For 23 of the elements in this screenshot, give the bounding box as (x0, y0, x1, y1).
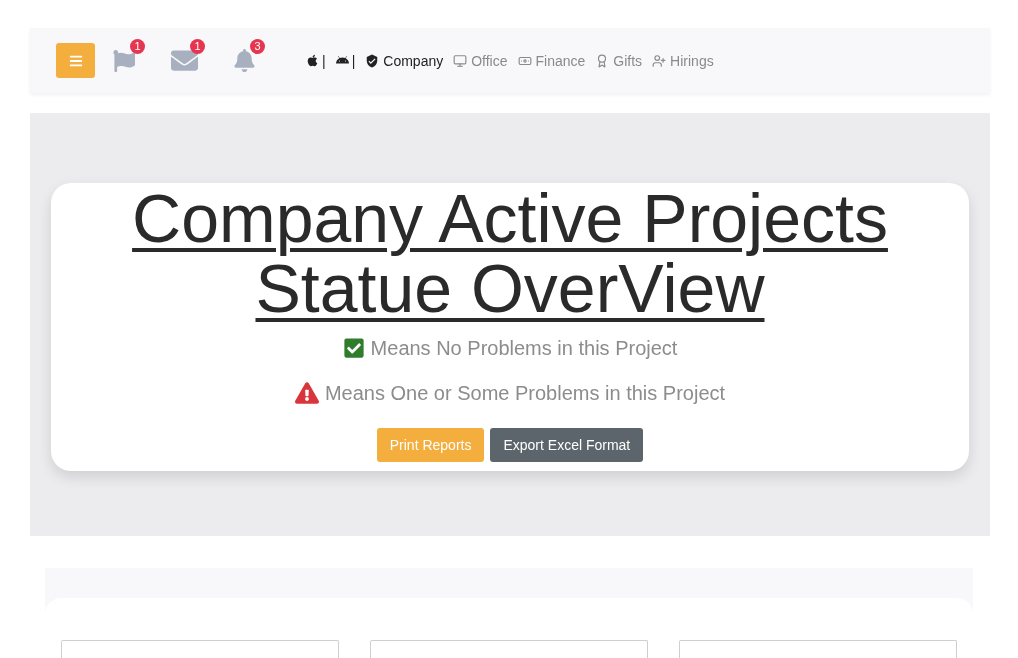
nav-link[interactable]: Gifts (595, 52, 643, 69)
notification-count: 3 (250, 38, 265, 54)
shield-check-icon (365, 53, 380, 68)
nav-link[interactable]: Finance (517, 52, 586, 69)
nav-link[interactable]: Company (365, 52, 444, 69)
flag-icon[interactable] (113, 49, 135, 72)
user-plus-icon (652, 53, 667, 68)
separator-text: | (351, 52, 356, 69)
nav-link[interactable]: Office (453, 52, 508, 69)
bell-icon[interactable] (232, 49, 256, 72)
nav-link[interactable]: Hirings (652, 52, 714, 69)
export-button[interactable]: Export Excel Format (490, 428, 644, 462)
monitor-icon (453, 53, 468, 68)
legend-text: Means No Problems in this Project (370, 336, 678, 361)
legend-text: Means One or Some Problems in this Project (324, 381, 726, 406)
separator-text: | (322, 52, 326, 69)
menu-icon (68, 53, 83, 68)
warning-triangle-icon (294, 381, 319, 405)
notification-count: 1 (190, 38, 205, 54)
page-title: Company Active Projects Statue OverView (131, 183, 889, 323)
notification-count: 1 (130, 38, 145, 54)
print-reports-button[interactable]: Print Reports (376, 428, 485, 462)
apple-icon[interactable] (306, 54, 319, 67)
